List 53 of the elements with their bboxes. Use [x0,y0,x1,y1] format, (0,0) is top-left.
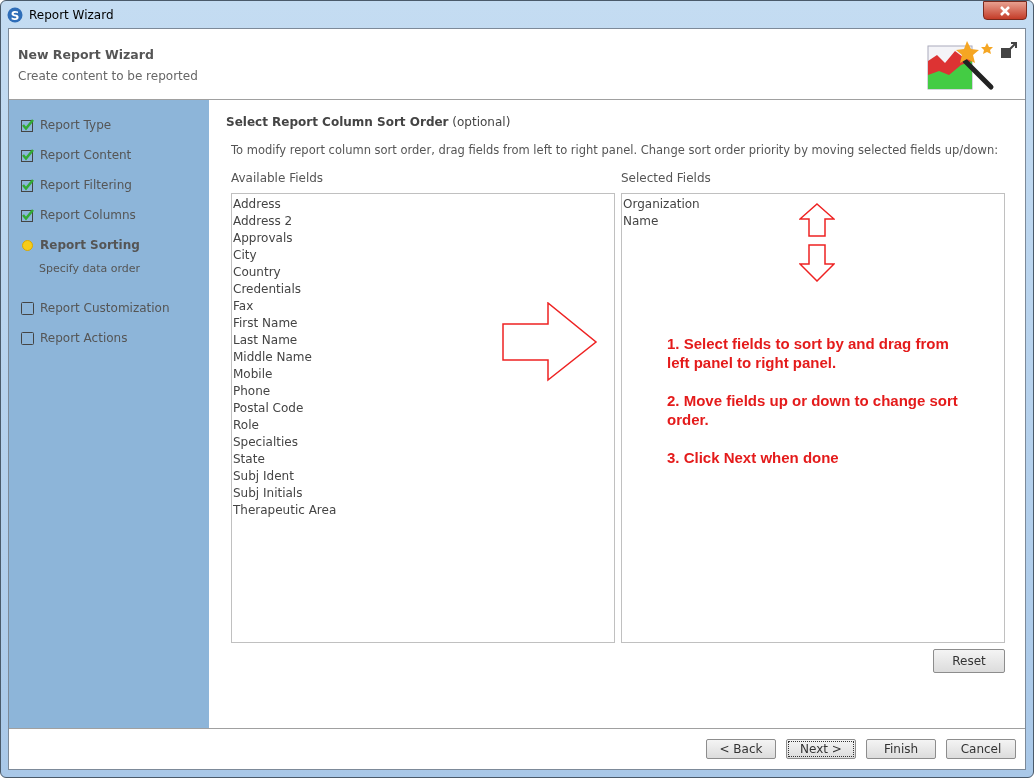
right-arrow-icon [502,302,598,382]
up-arrow-icon [799,203,835,237]
list-label: Selected Fields [621,171,712,187]
available-fields-list[interactable]: Address Address 2 Approvals City Country Credentials Fax First Name Last Name Middle Name Mobile Phone Postal Code Role Specialties State Subj Ident Subj Initials Therapeutic Area [231,193,615,643]
annotation-text: 2. Move fields up or down to change sort order. [667,391,959,429]
step-label: Report Type [40,118,112,132]
step-label: Report Filtering [40,178,132,192]
list-item[interactable]: Organization [623,196,1003,213]
list-item[interactable]: City [233,247,613,264]
wizard-title: New Report Wizard [18,47,155,62]
list-item[interactable]: Subj Ident [233,468,613,485]
wizard-button[interactable]: Finish [866,739,936,759]
list-item[interactable]: Subj Initials [233,485,613,502]
list-label: Available Fields [231,171,325,187]
list-item[interactable]: Address [233,196,613,213]
annotation-text: 3. Click Next when done [667,448,840,467]
close-button[interactable] [983,1,1027,20]
step-label: Report Sorting [40,238,140,252]
list-item[interactable]: Last Name [233,332,613,349]
step-description: Specify data order [38,261,142,277]
down-arrow-icon [799,244,835,282]
window-title: Report Wizard [29,7,114,22]
close-icon [999,5,1011,16]
list-item[interactable]: Approvals [233,230,613,247]
list-item[interactable]: Phone [233,383,613,400]
list-item[interactable]: Role [233,417,613,434]
list-item[interactable]: First Name [233,315,613,332]
list-item[interactable]: Middle Name [233,349,613,366]
selected-fields-list[interactable]: Organization Name 1. Select fields to sort by and drag from left panel to right panel. 2. Move fields up or down to change sort order. 3. Click Next when done [621,193,1005,643]
reset-button[interactable]: Reset [933,649,1005,673]
wizard-button[interactable]: Next > [786,739,856,759]
instructions-text: To modify report column sort order, drag fields from left to right panel. Change sort order priority by moving selected fields up/down: [231,143,1000,157]
wizard-button[interactable]: Cancel [946,739,1016,759]
popout-icon[interactable] [1001,42,1017,58]
list-item[interactable]: Credentials [233,281,613,298]
step-label: Report Customization [40,301,170,315]
list-item[interactable]: Therapeutic Area [233,502,613,519]
step-label: Report Actions [40,331,128,345]
list-item[interactable]: Address 2 [233,213,613,230]
list-item[interactable]: Mobile [233,366,613,383]
app-logo-icon: S [7,6,23,23]
list-item[interactable]: Country [233,264,613,281]
list-item[interactable]: Name [623,213,1003,230]
list-item[interactable]: Postal Code [233,400,613,417]
step-label: Report Columns [40,208,136,222]
wizard-button[interactable]: < Back [706,739,776,759]
list-item[interactable]: Fax [233,298,613,315]
wizard-subtitle: Create content to be reported [18,69,199,83]
annotation-text: 1. Select fields to sort by and drag from left panel to right panel. [667,334,950,372]
list-item[interactable]: Specialties [233,434,613,451]
page-title: Select Report Column Sort Order (optional) [226,115,512,129]
list-item[interactable]: State [233,451,613,468]
step-label: Report Content [40,148,132,162]
